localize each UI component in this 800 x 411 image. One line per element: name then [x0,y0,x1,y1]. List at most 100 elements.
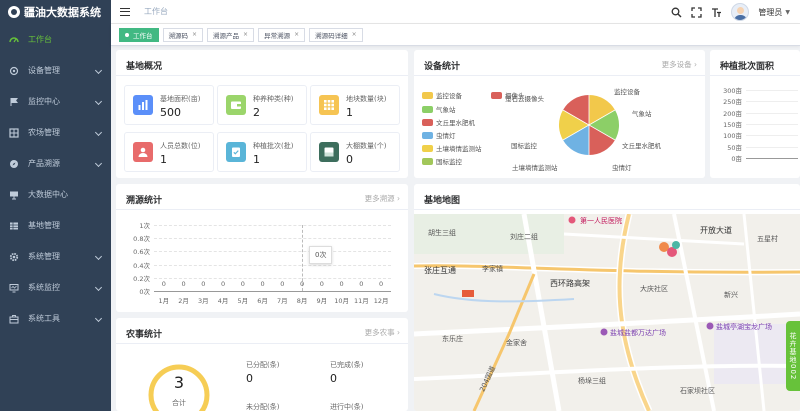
divider [116,343,408,344]
screen-icon [9,190,19,200]
pie-label: 虫情灯 [612,164,632,172]
tag-workbench[interactable]: 工作台 [119,27,159,42]
chevron-down-icon [94,128,103,137]
sidebar-item-label: 产品溯源 [28,159,60,168]
close-icon[interactable]: × [352,31,357,38]
data-label: 0 [260,280,265,288]
legend-item[interactable]: 虫情灯 [422,130,456,140]
y-tick-label: 0次 [139,288,150,296]
clipboard-icon [226,142,246,162]
device-pie-chart [558,94,620,155]
map-label-place: 东乐庄 [442,335,463,343]
divider [414,209,800,210]
legend-item[interactable]: 国标监控 [422,156,462,166]
data-label: 0 [181,280,186,288]
sidebar-item-farm-management[interactable]: 农场管理 [0,117,111,148]
sidebar-item-device-management[interactable]: 设备管理 [0,55,111,86]
tag-abnormal-trace[interactable]: 异常溯源 × [258,27,306,42]
legend-item[interactable]: 文丘里水肥机 [422,117,475,127]
stat-label: 种植批次(批) [253,142,294,150]
stat-label: 地块数量(块) [346,95,387,103]
app-brand[interactable]: 疆油大数据系统 [0,0,111,24]
fullscreen-icon[interactable] [691,6,703,18]
tag-label: 溯源码详细 [315,31,348,40]
grid-line [154,277,391,279]
close-icon[interactable]: × [243,31,248,38]
data-label: 0 [280,280,285,288]
sidebar-item-big-data-center[interactable]: 大数据中心 [0,179,111,210]
grid-line [154,291,391,292]
close-icon[interactable]: × [192,31,197,38]
x-tick-label: 3月 [198,297,209,305]
x-tick-label: 8月 [296,297,308,305]
legend-label: 监控设备 [436,92,462,100]
sidebar-item-system-management[interactable]: 系统管理 [0,241,111,272]
person-icon [133,142,153,162]
more-trace-link[interactable]: 更多溯源 › [365,193,400,204]
farm-total-value: 3 [173,373,185,392]
y-tick-label: 1次 [139,222,150,230]
map-label-powerlong-plaza[interactable]: 盐城亭湖宝龙广场 [716,322,772,332]
tag-trace-code[interactable]: 溯源码 × [162,27,204,42]
sidebar-item-base-management[interactable]: 基地管理 [0,210,111,241]
x-tick-label: 9月 [316,297,328,305]
y-tick-label: 0.4次 [133,261,150,270]
map-label-wanda-plaza[interactable]: 盐城盐都万达广场 [610,328,666,338]
sidebar-item-system-monitor[interactable]: 系统监控 [0,272,111,303]
close-icon[interactable]: × [294,31,299,38]
map-label-village: 五星村 [757,235,778,243]
sidebar-item-monitor-center[interactable]: 监控中心 [0,86,111,117]
grid-line [746,112,798,114]
user-name[interactable]: 管理员 [758,7,782,18]
sidebar-item-label: 监控中心 [28,97,60,106]
map-label-hospital[interactable]: 第一人民医院 [580,216,622,226]
grid-line [154,238,391,240]
more-farm-link[interactable]: 更多农事 › [365,327,400,338]
caret-down-icon[interactable]: ▼ [785,9,790,16]
tag-trace-code-detail[interactable]: 溯源码详细 × [309,27,363,42]
sidebar-item-system-tools[interactable]: 系统工具 [0,303,111,334]
y-tick-label: 100亩 [723,132,742,141]
gear-icon [9,252,19,262]
hamburger-icon[interactable] [120,7,130,16]
sidebar-item-product-trace[interactable]: 产品溯源 [0,148,111,179]
base-selector-tab[interactable]: 花卉基地002 [786,321,800,391]
farm-completed-label: 已完成(条) [330,361,364,369]
y-tick-label: 0.2次 [133,274,150,283]
sidebar-item-label: 系统监控 [28,283,60,292]
avatar[interactable] [731,3,750,21]
sidebar-item-label: 农场管理 [28,128,60,137]
legend-item[interactable]: 萤石云摄像头 [491,93,544,103]
map-label-place: 胡生三组 [428,229,456,237]
x-tick-label: 1月 [158,297,170,305]
x-tick-label: 12月 [373,297,389,305]
base-map[interactable]: 第一人民医院 开放大道 五星村 张庄互通 李家镇 西环路高架 大庆社区 盐城盐都… [414,214,800,411]
map-label-place: 刘庄二组 [510,233,538,241]
legend-item[interactable]: 气象站 [422,104,456,114]
more-devices-link[interactable]: 更多设备 › [662,59,697,70]
chevron-down-icon [94,314,103,323]
data-label: 0 [161,280,166,288]
legend-item[interactable]: 监控设备 [422,90,462,100]
grid-line [746,158,798,159]
map-roads [414,214,800,411]
divider [710,75,800,76]
tray-icon [319,142,339,162]
data-label: 0 [359,280,364,288]
tag-trace-product[interactable]: 溯源产品 × [207,27,255,42]
breadcrumb[interactable]: 工作台 [144,6,168,17]
search-icon[interactable] [671,7,682,18]
stat-greenhouses: 大棚数量(个) 0 [310,132,400,172]
legend-item[interactable]: 土壤墒情监测站 [422,143,482,153]
sidebar-item-dashboard[interactable]: 工作台 [0,24,111,55]
legend-swatch [422,91,433,99]
trace-title: 溯源统计 [126,196,163,206]
font-size-icon[interactable] [711,7,722,18]
tag-label: 溯源产品 [213,31,240,40]
x-tick-label: 6月 [257,297,268,305]
grid-line [154,264,391,266]
dashboard-icon [9,35,19,45]
bar-chart-icon [133,95,153,115]
y-tick-label: 0亩 [731,155,742,163]
legend-label: 文丘里水肥机 [436,119,475,127]
